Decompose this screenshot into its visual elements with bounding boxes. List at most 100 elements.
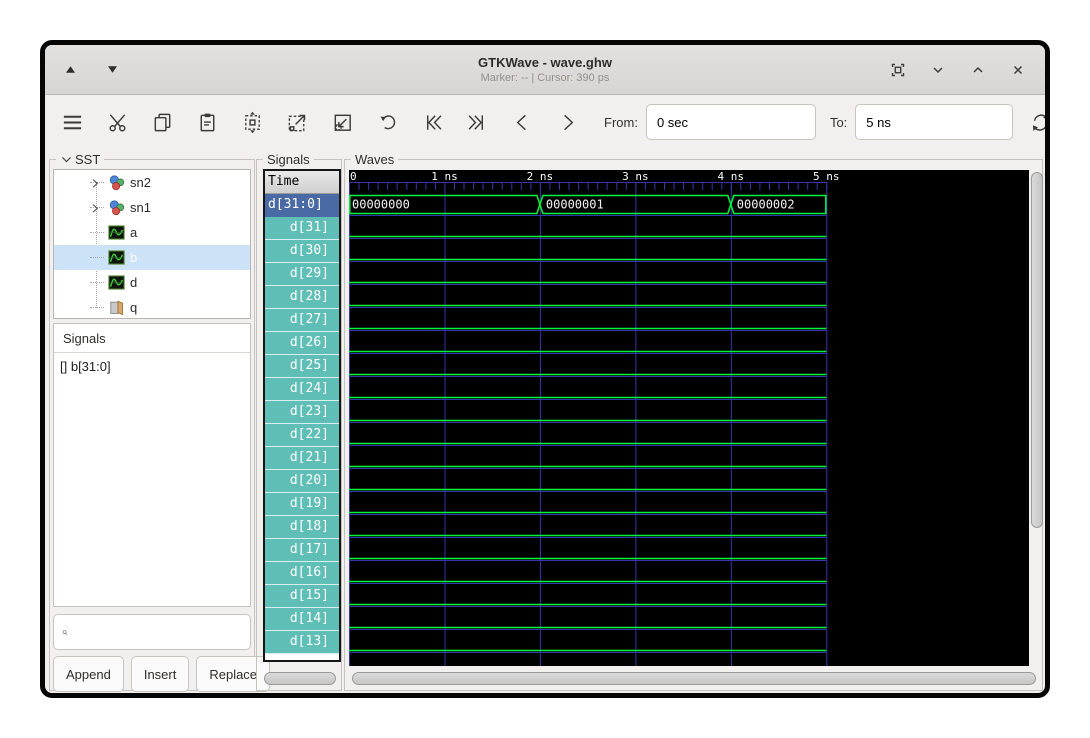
chevron-down-icon xyxy=(60,153,73,166)
expander-icon[interactable] xyxy=(87,175,103,191)
tree-item-b[interactable]: b xyxy=(54,245,250,270)
menu-icon xyxy=(61,111,84,134)
signal-row[interactable]: d[15] xyxy=(265,585,339,608)
signal-list-hscrollbar[interactable] xyxy=(264,672,338,685)
signal-row[interactable]: d[14] xyxy=(265,608,339,631)
signal-row[interactable]: d[19] xyxy=(265,493,339,516)
signal-row[interactable]: d[25] xyxy=(265,355,339,378)
tree-branch-line xyxy=(90,257,104,258)
waves-frame-label: Waves xyxy=(351,152,398,167)
signal-row[interactable]: d[22] xyxy=(265,424,339,447)
minimize-icon xyxy=(930,62,946,78)
paste-button[interactable] xyxy=(193,107,221,137)
signal-row-bus-selected[interactable]: d[31:0] xyxy=(265,194,339,217)
shift-traces-down-icon xyxy=(105,62,120,77)
copy-button[interactable] xyxy=(148,107,176,137)
signal-row[interactable]: d[23] xyxy=(265,401,339,424)
signals-frame-label: Signals xyxy=(263,152,314,167)
sst-frame-label[interactable]: SST xyxy=(56,152,104,167)
undo-icon xyxy=(376,111,399,134)
prev-edge-button[interactable] xyxy=(508,107,536,137)
signal-row[interactable]: d[17] xyxy=(265,539,339,562)
minimize-button[interactable] xyxy=(927,59,949,81)
go-to-end-button[interactable] xyxy=(463,107,491,137)
insert-button[interactable]: Insert xyxy=(131,656,190,692)
maximize-icon xyxy=(970,62,986,78)
tree-item-label: b xyxy=(130,250,137,265)
tree-item-q[interactable]: q xyxy=(54,295,250,319)
shift-traces-up-icon xyxy=(63,62,78,77)
waveform-canvas[interactable]: 01 ns2 ns3 ns4 ns5 ns0000000000000001000… xyxy=(349,170,1029,666)
waves-panel: Waves 01 ns2 ns3 ns4 ns5 ns0000000000000… xyxy=(344,159,1043,691)
signal-row[interactable]: d[24] xyxy=(265,378,339,401)
search-input[interactable] xyxy=(74,615,250,649)
next-edge-icon xyxy=(556,111,579,134)
svg-text:00000002: 00000002 xyxy=(737,198,795,212)
waves-hscrollbar[interactable] xyxy=(352,672,1038,685)
module-icon xyxy=(108,174,125,191)
zoom-out-icon xyxy=(331,111,354,134)
close-button[interactable] xyxy=(1007,59,1029,81)
menu-button[interactable] xyxy=(58,107,86,137)
cut-icon xyxy=(106,111,129,134)
tree-branch-line xyxy=(90,282,104,283)
signals-list-item[interactable]: [] b[31:0] xyxy=(54,353,250,374)
expander-icon[interactable] xyxy=(87,200,103,216)
time-header[interactable]: Time xyxy=(265,171,339,194)
reload-button[interactable] xyxy=(1029,107,1050,137)
reload-icon xyxy=(1029,111,1050,134)
waves-vscrollbar[interactable] xyxy=(1031,172,1043,666)
shift-traces-down-button[interactable] xyxy=(101,59,123,81)
tree-item-label: sn1 xyxy=(130,200,151,215)
scrollbar-thumb[interactable] xyxy=(1031,172,1043,528)
append-button[interactable]: Append xyxy=(53,656,124,692)
toolbar: From: To: xyxy=(45,95,1045,149)
zoom-fit-button[interactable] xyxy=(238,107,266,137)
svg-text:1 ns: 1 ns xyxy=(431,170,458,183)
undo-button[interactable] xyxy=(373,107,401,137)
signal-row[interactable]: d[31] xyxy=(265,217,339,240)
scrollbar-thumb[interactable] xyxy=(352,672,1036,685)
svg-text:2 ns: 2 ns xyxy=(527,170,554,183)
module-icon xyxy=(108,199,125,216)
tree-item-label: d xyxy=(130,275,137,290)
tree-item-d[interactable]: d xyxy=(54,270,250,295)
to-label: To: xyxy=(830,115,847,130)
from-time-input[interactable] xyxy=(646,104,816,140)
signal-row[interactable]: d[20] xyxy=(265,470,339,493)
selected-signals-panel: Signals [] b[31:0] xyxy=(53,323,251,607)
tree-item-label: q xyxy=(130,300,137,315)
to-time-input[interactable] xyxy=(855,104,1013,140)
zoom-out-button[interactable] xyxy=(328,107,356,137)
svg-text:5 ns: 5 ns xyxy=(813,170,840,183)
cut-button[interactable] xyxy=(103,107,131,137)
signal-row[interactable]: d[27] xyxy=(265,309,339,332)
tile-icon xyxy=(890,62,906,78)
signal-row[interactable]: d[18] xyxy=(265,516,339,539)
signal-row[interactable]: d[21] xyxy=(265,447,339,470)
shift-traces-up-button[interactable] xyxy=(59,59,81,81)
signal-row[interactable]: d[30] xyxy=(265,240,339,263)
zoom-in-button[interactable] xyxy=(283,107,311,137)
signal-row[interactable]: d[29] xyxy=(265,263,339,286)
gtkwave-window: GTKWave - wave.ghw Marker: -- | Cursor: … xyxy=(40,40,1050,698)
signal-row[interactable]: d[13] xyxy=(265,631,339,654)
signal-search-field[interactable] xyxy=(53,614,251,650)
prev-edge-icon xyxy=(511,111,534,134)
signal-row[interactable]: d[16] xyxy=(265,562,339,585)
tile-button[interactable] xyxy=(887,59,909,81)
tree-item-sn2[interactable]: sn2 xyxy=(54,170,250,195)
maximize-button[interactable] xyxy=(967,59,989,81)
signal-row[interactable]: d[28] xyxy=(265,286,339,309)
tree-item-sn1[interactable]: sn1 xyxy=(54,195,250,220)
scrollbar-thumb[interactable] xyxy=(264,672,336,685)
tree-item-a[interactable]: a xyxy=(54,220,250,245)
svg-text:0: 0 xyxy=(350,170,357,183)
go-to-end-icon xyxy=(466,111,489,134)
next-edge-button[interactable] xyxy=(553,107,581,137)
search-icon xyxy=(62,625,68,640)
signal-row[interactable]: d[26] xyxy=(265,332,339,355)
tree-item-label: sn2 xyxy=(130,175,151,190)
go-to-start-button[interactable] xyxy=(418,107,446,137)
signals-list-header: Signals xyxy=(54,324,250,353)
